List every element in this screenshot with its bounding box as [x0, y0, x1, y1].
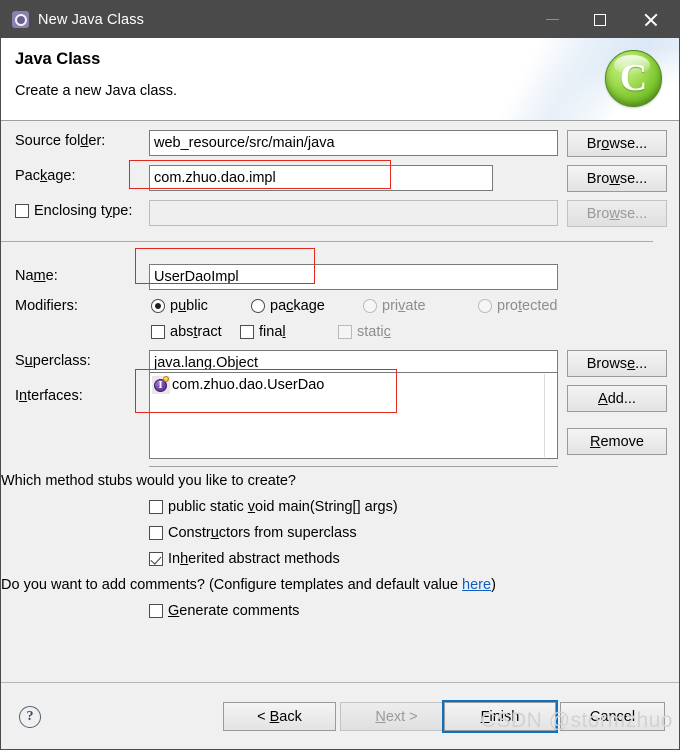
source-folder-browse-button[interactable]: Browse...	[567, 130, 667, 157]
radio-package-indicator	[251, 299, 265, 313]
next-button: Next >	[340, 702, 453, 731]
new-java-class-dialog: New Java Class Java Class Create a new J…	[0, 0, 680, 750]
stubs-divider	[149, 466, 558, 467]
source-folder-input[interactable]: web_resource/src/main/java	[149, 130, 558, 156]
java-class-logo-icon: C	[605, 50, 662, 107]
back-button[interactable]: < Back	[223, 702, 336, 731]
window-title: New Java Class	[38, 11, 145, 28]
close-icon	[643, 12, 658, 27]
checkbox-static-indicator	[338, 325, 352, 339]
interfaces-list-scrollbar[interactable]	[544, 374, 556, 457]
checkbox-abstract-indicator	[151, 325, 165, 339]
watermark: CSDN @stormzhuo	[480, 709, 673, 732]
modifiers-label: Modifiers:	[15, 298, 78, 314]
enclosing-type-row: Enclosing type:	[15, 203, 132, 219]
package-input[interactable]: com.zhuo.dao.impl	[149, 165, 493, 191]
minimize-icon	[545, 19, 559, 20]
checkbox-generate-comments-indicator	[149, 604, 163, 618]
enclosing-type-input[interactable]	[149, 200, 558, 226]
name-label: Name:	[15, 268, 58, 284]
modifiers-checkbox-group: abstract final static	[151, 324, 391, 340]
close-button[interactable]	[627, 1, 673, 38]
interface-name: com.zhuo.dao.UserDao	[172, 377, 325, 393]
gear-icon	[12, 11, 29, 28]
modifier-radio-protected: protected	[478, 298, 557, 314]
enclosing-type-checkbox[interactable]	[15, 204, 29, 218]
checkbox-constructors-indicator	[149, 526, 163, 540]
superclass-label: Superclass:	[15, 353, 91, 369]
radio-private-indicator	[363, 299, 377, 313]
maximize-button[interactable]	[577, 1, 623, 38]
interfaces-list-item[interactable]: I com.zhuo.dao.UserDao	[150, 373, 557, 397]
name-input[interactable]: UserDaoImpl	[149, 264, 558, 290]
minimize-button[interactable]	[529, 1, 575, 38]
section-divider	[1, 241, 653, 242]
interfaces-add-button[interactable]: Add...	[567, 385, 667, 412]
modifier-radio-package[interactable]: package	[251, 298, 363, 314]
radio-public-indicator	[151, 299, 165, 313]
package-browse-button[interactable]: Browse...	[567, 165, 667, 192]
dialog-footer: ? < Back Next > Finish Cancel CSDN @stor…	[1, 682, 679, 749]
checkbox-main-indicator	[149, 500, 163, 514]
interfaces-list[interactable]: I com.zhuo.dao.UserDao	[149, 372, 558, 459]
modifier-radio-private: private	[363, 298, 478, 314]
source-folder-label: Source folder:	[15, 133, 106, 149]
modifiers-radio-group: public package private protected	[151, 298, 557, 314]
checkbox-inherited-indicator	[149, 552, 163, 566]
interfaces-label: Interfaces:	[15, 388, 83, 404]
package-label: Package:	[15, 168, 76, 184]
configure-templates-link[interactable]: here	[462, 577, 491, 593]
stub-checkbox-inherited[interactable]: Inherited abstract methods	[149, 551, 340, 567]
stub-checkbox-constructors[interactable]: Constructors from superclass	[149, 525, 357, 541]
superclass-browse-button[interactable]: Browse...	[567, 350, 667, 377]
title-bar: New Java Class	[1, 1, 679, 38]
comments-question: Do you want to add comments? (Configure …	[1, 577, 496, 593]
logo-letter: C	[619, 56, 648, 99]
dialog-header: Java Class Create a new Java class. C	[1, 38, 679, 121]
modifier-checkbox-final[interactable]: final	[240, 324, 338, 340]
page-title: Java Class	[15, 50, 101, 68]
modifier-checkbox-abstract[interactable]: abstract	[151, 324, 240, 340]
method-stubs-question: Which method stubs would you like to cre…	[1, 473, 296, 489]
stub-checkbox-main[interactable]: public static void main(String[] args)	[149, 499, 398, 515]
modifier-radio-public[interactable]: public	[151, 298, 251, 314]
modifier-checkbox-static: static	[338, 324, 391, 340]
enclosing-type-browse-button: Browse...	[567, 200, 667, 227]
maximize-icon	[594, 13, 606, 26]
checkbox-final-indicator	[240, 325, 254, 339]
interfaces-remove-button[interactable]: Remove	[567, 428, 667, 455]
generate-comments-checkbox[interactable]: Generate comments	[149, 603, 299, 619]
java-interface-icon: I	[152, 376, 170, 394]
dialog-body: Source folder: web_resource/src/main/jav…	[1, 121, 679, 682]
help-icon[interactable]: ?	[19, 706, 41, 728]
page-subtitle: Create a new Java class.	[15, 83, 177, 99]
radio-protected-indicator	[478, 299, 492, 313]
